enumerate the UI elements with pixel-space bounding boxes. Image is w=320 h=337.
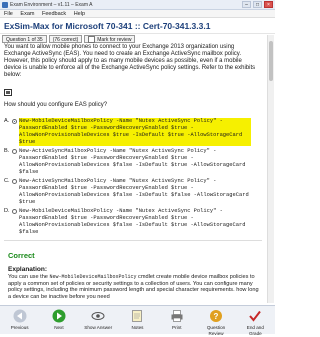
notes-label: Notes	[131, 325, 144, 330]
option-letter: B.	[4, 148, 10, 154]
close-button[interactable]: ×	[264, 1, 273, 8]
maximize-button[interactable]: □	[253, 1, 262, 8]
option-code: New-MobileDeviceMailboxPolicy -Name "Nut…	[19, 208, 249, 235]
explanation-label: Explanation:	[8, 266, 48, 273]
mark-for-review-label: Mark for review	[97, 37, 132, 43]
question-review-button[interactable]: ? Question Review	[201, 309, 231, 337]
explanation-cmd: New-MobileDeviceMailboxPolicy	[49, 274, 137, 280]
option-code: New-ActiveSyncMailboxPolicy -Name "Nutex…	[19, 148, 249, 175]
show-answer-label: Show Answer	[84, 325, 113, 330]
option-radio[interactable]	[12, 209, 17, 214]
show-answer-button[interactable]: Show Answer	[83, 309, 113, 331]
option-letter: D.	[4, 208, 10, 214]
mark-for-review-checkbox[interactable]	[88, 36, 96, 44]
option-radio[interactable]	[12, 179, 17, 184]
option-code: New-MobileDeviceMailboxPolicy -Name "Nut…	[19, 118, 251, 146]
explanation-text: You can use the New-MobileDeviceMailboxP…	[8, 274, 260, 300]
question-bar: Question 1 of 35 (76 correct) Mark for r…	[2, 35, 136, 44]
menu-exam[interactable]: Exam	[20, 11, 34, 17]
show-answer-icon	[91, 312, 105, 320]
print-icon	[171, 310, 183, 322]
option-letter: C.	[4, 178, 10, 184]
menu-bar: File Exam Feedback Help	[0, 10, 275, 18]
option-code: New-ActiveSyncMailboxPolicy -Name "Nutex…	[19, 178, 252, 205]
notes-button[interactable]: Notes	[122, 309, 152, 331]
previous-label: Previous	[10, 325, 29, 330]
print-label: Print	[172, 325, 182, 330]
minimize-button[interactable]: –	[242, 1, 251, 8]
next-icon	[52, 309, 66, 323]
option-radio[interactable]	[12, 119, 17, 124]
result-status: Correct	[8, 251, 35, 260]
bottom-toolbar: Previous Next Show Answer Notes Print ? …	[0, 305, 275, 337]
svg-text:?: ?	[214, 312, 219, 321]
option-radio[interactable]	[12, 149, 17, 154]
notes-icon	[132, 310, 143, 322]
question-id: (76 correct)	[48, 35, 83, 43]
next-label: Next	[54, 325, 64, 330]
print-button[interactable]: Print	[162, 309, 192, 331]
end-grade-label: End and Grade	[246, 325, 264, 336]
menu-file[interactable]: File	[4, 11, 13, 17]
app-icon	[2, 2, 8, 8]
question-review-label: Question Review	[206, 325, 226, 336]
window-titlebar: Exam Environment – v1.11 – Exam A – □ ×	[0, 0, 275, 10]
window-controls: – □ ×	[242, 1, 273, 9]
menu-feedback[interactable]: Feedback	[42, 11, 66, 17]
scrollbar-thumb[interactable]	[269, 41, 273, 81]
previous-icon	[13, 309, 27, 323]
question-counter: Question 1 of 35	[2, 35, 47, 43]
end-grade-icon	[249, 310, 262, 322]
option-letter: A.	[4, 118, 10, 124]
result-panel: Correct Explanation: You can use the New…	[4, 240, 262, 309]
mark-for-review[interactable]: Mark for review	[84, 35, 136, 44]
window-title: Exam Environment – v1.11 – Exam A	[10, 2, 93, 8]
explanation-pre: You can use the	[8, 274, 50, 280]
previous-button[interactable]: Previous	[5, 309, 35, 331]
menu-help[interactable]: Help	[74, 11, 85, 17]
next-button[interactable]: Next	[44, 309, 74, 331]
question-prompt: How should you configure EAS policy?	[4, 102, 108, 108]
exhibit-icon[interactable]	[4, 89, 12, 96]
question-review-icon: ?	[210, 310, 223, 322]
vertical-scrollbar[interactable]	[267, 35, 274, 303]
end-grade-button[interactable]: End and Grade	[240, 309, 270, 337]
exam-header: ExSim-Max for Microsoft 70-341 :: Cert-7…	[0, 18, 275, 34]
question-text: You want to allow mobile phones to conne…	[4, 44, 256, 78]
